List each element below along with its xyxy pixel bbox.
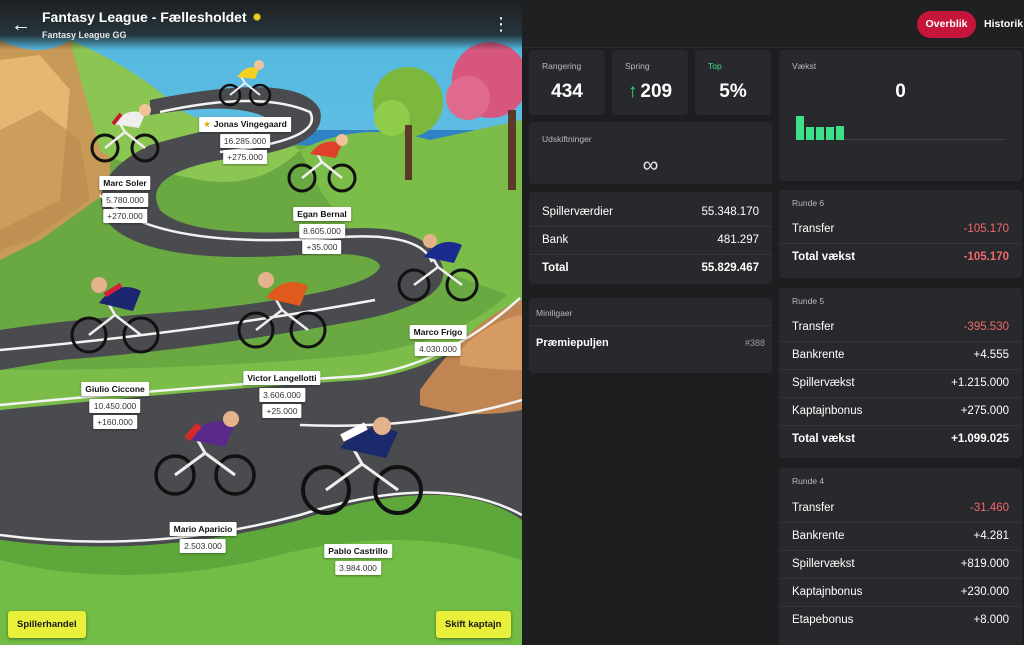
growth-bar <box>806 127 814 140</box>
rider-value: 5.780.000 <box>102 193 148 207</box>
rider-card-ciccone[interactable]: Giulio Ciccone 10.450.000 +160.000 <box>81 379 149 429</box>
growth-value: 0 <box>895 81 906 102</box>
round-row-total: Total vækst +1.099.025 <box>792 433 1009 445</box>
value-summary-card: Spillerværdier 55.348.170 Bank 481.297 Tot… <box>529 192 772 284</box>
more-options-icon[interactable]: ⋮ <box>492 13 510 35</box>
player-trade-button[interactable]: Spillerhandel <box>8 611 86 638</box>
round-row: Transfer -395.530 <box>779 314 1022 342</box>
growth-bar <box>816 127 824 140</box>
rider-name: Egan Bernal <box>293 207 351 221</box>
round-5-card: Runde 5 Transfer -395.530 Bankrente +4.555… <box>779 288 1022 458</box>
growth-bar <box>836 126 844 140</box>
rider-name: Marc Soler <box>99 176 151 190</box>
minileague-rank: #388 <box>744 338 765 348</box>
minileagues-label: Miniligaer <box>536 308 573 318</box>
tab-history[interactable]: Historik <box>984 11 1023 38</box>
rider-card-bernal[interactable]: Egan Bernal 8.605.000 +35.000 <box>293 204 351 254</box>
jump-label: Spring <box>625 61 650 71</box>
rider-value: 2.503.000 <box>180 539 226 553</box>
value-row-players: Spillerværdier 55.348.170 <box>529 199 772 227</box>
minileagues-card: Miniligaer Præmiepuljen #388 <box>529 298 772 373</box>
team-panel: ← Fantasy League - Fællesholdet Fantasy … <box>0 0 522 645</box>
round-row: Etapebonus +8.000 <box>792 614 1009 626</box>
back-arrow-icon[interactable]: ← <box>10 14 32 36</box>
change-captain-button[interactable]: Skift kaptajn <box>436 611 511 638</box>
growth-label: Vækst <box>792 61 817 71</box>
round-row: Spillervækst +819.000 <box>779 551 1022 579</box>
tab-overview[interactable]: Overblik <box>917 11 976 38</box>
rider-card-vingegaard[interactable]: ★ Jonas Vingegaard 16.285.000 +275.000 <box>199 114 291 164</box>
rider-card-frigo[interactable]: Marco Frigo 4.030.000 <box>409 322 467 356</box>
rider-value: 8.605.000 <box>299 224 345 238</box>
round-row: Transfer -31.460 <box>779 495 1022 523</box>
round-row: Bankrente +4.281 <box>779 523 1022 551</box>
page-title: Fantasy League - Fællesholdet <box>42 9 261 25</box>
rider-name: Giulio Ciccone <box>81 382 149 396</box>
infinity-icon: ∞ <box>642 152 659 177</box>
growth-card: Vækst 0 <box>779 50 1022 181</box>
rider-card-langellotti[interactable]: Victor Langellotti 3.606.000 +25.000 <box>243 368 321 418</box>
round-row: Kaptajnbonus +275.000 <box>779 398 1022 426</box>
jump-value-wrap: ↑ 209 <box>612 81 688 103</box>
rider-card-aparicio[interactable]: Mario Aparicio 2.503.000 <box>169 519 237 553</box>
rider-change: +270.000 <box>103 209 147 223</box>
rider-change: +275.000 <box>223 150 267 164</box>
rider-name: ★ Jonas Vingegaard <box>199 117 291 132</box>
value-row-total: Total 55.829.467 <box>542 262 759 274</box>
growth-bar <box>826 127 834 140</box>
rider-name: Pablo Castrillo <box>324 544 392 558</box>
rank-label: Rangering <box>542 61 582 71</box>
rider-value: 4.030.000 <box>415 342 461 356</box>
round-title: Runde 5 <box>792 296 825 306</box>
rider-value: 3.606.000 <box>259 388 305 402</box>
round-row-total: Total vækst -105.170 <box>792 251 1009 263</box>
captain-star-icon: ★ <box>203 119 211 129</box>
rider-card-castrillo[interactable]: Pablo Castrillo 3.984.000 <box>324 541 392 575</box>
round-title: Runde 6 <box>792 198 825 208</box>
round-row: Spillervækst +1.215.000 <box>779 370 1022 398</box>
growth-bar <box>796 116 804 140</box>
round-row: Bankrente +4.555 <box>779 342 1022 370</box>
jump-value: 209 <box>640 81 673 102</box>
rider-change: +160.000 <box>93 415 137 429</box>
top-value: 5% <box>719 81 747 102</box>
minileague-name: Præmiepuljen <box>536 337 609 349</box>
top-card: Top 5% <box>695 50 771 115</box>
rider-name: Mario Aparicio <box>169 522 237 536</box>
top-label: Top <box>708 61 722 71</box>
rider-change: +35.000 <box>302 240 342 254</box>
rider-value: 16.285.000 <box>219 134 271 148</box>
growth-sparkline <box>796 116 856 140</box>
rider-value: 10.450.000 <box>89 399 141 413</box>
round-row: Kaptajnbonus +230.000 <box>779 579 1022 607</box>
rider-change: +25.000 <box>262 404 302 418</box>
league-badge-icon <box>252 13 261 21</box>
rank-value: 434 <box>551 81 583 102</box>
round-title: Runde 4 <box>792 476 825 486</box>
stats-panel: Overblik Historik Rangering 434 Spring ↑… <box>522 0 1024 645</box>
rider-card-soler[interactable]: Marc Soler 5.780.000 +270.000 <box>99 173 151 223</box>
minileague-item[interactable]: Præmiepuljen #388 <box>529 326 772 359</box>
rider-name: Victor Langellotti <box>243 371 321 385</box>
transfers-card: Udskiftninger ∞ <box>529 122 772 184</box>
value-row-bank: Bank 481.297 <box>529 227 772 255</box>
arrow-up-icon: ↑ <box>627 81 638 102</box>
jump-card: Spring ↑ 209 <box>612 50 688 115</box>
page-subtitle: Fantasy League GG <box>42 30 127 40</box>
round-row: Transfer -105.170 <box>779 216 1022 244</box>
rank-card: Rangering 434 <box>529 50 605 115</box>
round-4-card: Runde 4 Transfer -31.460 Bankrente +4.281 … <box>779 468 1022 645</box>
transfers-label: Udskiftninger <box>542 134 592 144</box>
rider-name: Marco Frigo <box>409 325 467 339</box>
round-6-card: Runde 6 Transfer -105.170 Total vækst -105… <box>779 190 1022 278</box>
rider-value: 3.984.000 <box>335 561 381 575</box>
tab-bar: Overblik Historik <box>522 0 1024 48</box>
app-header: ← Fantasy League - Fællesholdet Fantasy … <box>0 0 522 50</box>
